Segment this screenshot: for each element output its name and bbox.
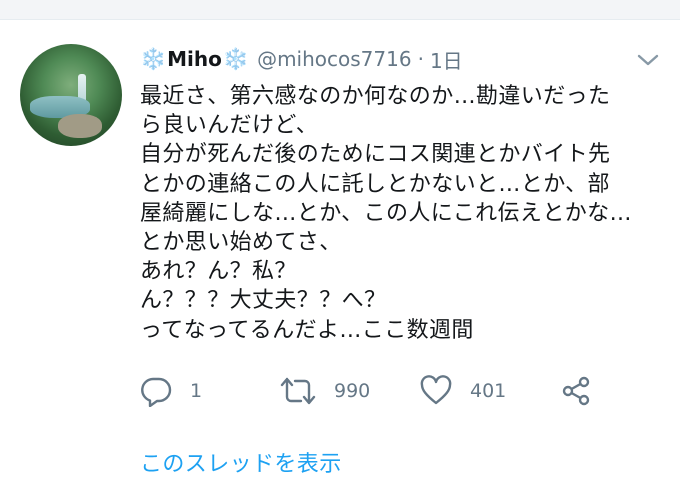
tweet-text-line: 自分が死んだ後のためにコス関連とかバイト先 bbox=[140, 142, 611, 168]
retweet-count: 990 bbox=[334, 380, 371, 402]
like-count: 401 bbox=[470, 380, 507, 402]
retweet-icon bbox=[280, 375, 316, 407]
author-display-name[interactable]: Miho bbox=[167, 47, 222, 71]
action-bar: 1 990 401 bbox=[140, 372, 610, 410]
avatar[interactable] bbox=[20, 44, 122, 146]
tweet-text-line: ん？？？大丈夫？？へ？ bbox=[140, 288, 387, 314]
like-button[interactable]: 401 bbox=[420, 372, 506, 410]
tweet-text-line: ってなってるんだよ…ここ数週間 bbox=[140, 317, 474, 343]
tweet-text-line: あれ？ん？私？ bbox=[140, 259, 297, 285]
reply-icon bbox=[140, 375, 172, 407]
more-caret-icon[interactable] bbox=[634, 50, 662, 70]
reply-count: 1 bbox=[190, 380, 203, 402]
tweet-text-line: ら良いんだけど、 bbox=[140, 113, 319, 139]
share-button[interactable] bbox=[560, 372, 592, 410]
tweet-text-line: 屋綺麗にしな…とか、この人にこれ伝えとかな… bbox=[140, 200, 632, 226]
tweet-text: 最近さ、第六感なのか何なのか…勘違いだった ら良いんだけど、 自分が死んだ後のた… bbox=[140, 82, 668, 345]
retweet-button[interactable]: 990 bbox=[280, 372, 370, 410]
author-handle[interactable]: @mihocos7716 bbox=[257, 47, 412, 71]
snowflake-right-icon: ❄️ bbox=[222, 46, 250, 71]
header-separator: · bbox=[417, 47, 424, 71]
like-icon bbox=[420, 375, 452, 407]
tweet-text-line: 最近さ、第六感なのか何なのか…勘違いだった bbox=[140, 84, 611, 109]
tweet-text-line: とかの連絡この人に託しとかないと…とか、部 bbox=[140, 171, 610, 197]
share-icon bbox=[560, 375, 592, 407]
avatar-rock bbox=[58, 114, 102, 138]
reply-button[interactable]: 1 bbox=[140, 372, 202, 410]
show-thread-link[interactable]: このスレッドを表示 bbox=[140, 446, 342, 478]
tweet-timestamp[interactable]: 1日 bbox=[430, 45, 463, 74]
tweet-header: ❄️ Miho ❄️ @mihocos7716 · 1日 bbox=[140, 44, 463, 74]
tweet-text-line: とか思い始めてさ、 bbox=[140, 229, 342, 255]
snowflake-left-icon: ❄️ bbox=[140, 46, 167, 71]
top-divider bbox=[0, 0, 680, 20]
